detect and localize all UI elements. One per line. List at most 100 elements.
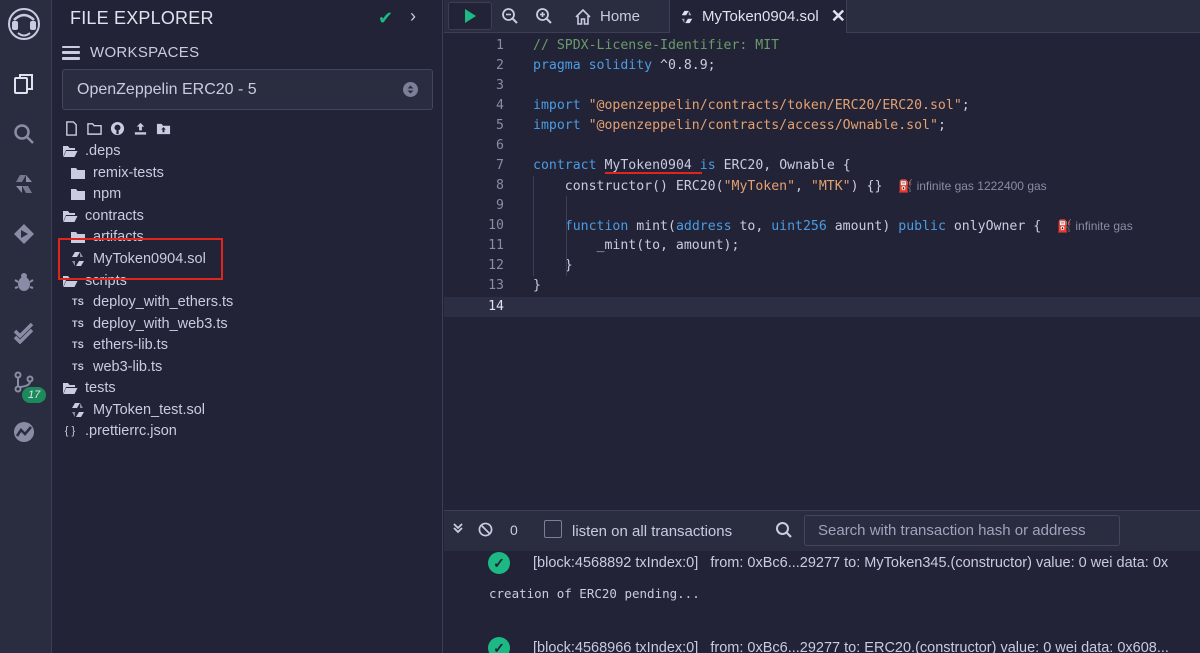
code-line: 7 contract MyToken0904 is ERC20, Ownable … [444,156,1200,176]
contract-name: MyToken0904 [604,158,692,173]
folder-open-icon [62,208,78,224]
line-number: 3 [496,78,504,93]
code-text: } [533,278,541,293]
tree-file-mytoken-test[interactable]: MyToken_test.sol [70,399,205,420]
gas-estimate-text: infinite gas 1222400 gas [916,179,1047,193]
gas-estimate-text: infinite gas [1075,219,1133,233]
solidity-compiler-icon[interactable] [10,170,38,198]
testing-checkmark-icon[interactable] [10,318,38,346]
code-string: "@openzeppelin/contracts/access/Ownable.… [588,118,938,133]
code-line-current: 14 [444,297,1200,317]
close-tab-icon[interactable]: ✕ [831,6,846,27]
code-line: 11 _mint(to, amount); [444,236,1200,256]
collapse-double-chevron-icon[interactable] [452,522,464,537]
analytics-icon[interactable] [10,418,38,446]
code-text: ; [961,98,970,113]
line-number: 4 [496,98,504,113]
code-keyword: function [564,219,629,234]
tree-folder-remix-tests[interactable]: remix-tests [70,162,164,183]
log-detail: from: 0xBc6...29277 to: MyToken345.(cons… [710,555,1169,571]
solidity-file-icon [70,402,86,418]
tree-file-deploy-with-ethers[interactable]: TS deploy_with_ethers.ts [70,291,233,312]
code-text: ) {} [850,179,883,194]
zoom-out-icon[interactable] [501,7,519,25]
folder-icon [70,165,86,181]
code-type: address [675,219,732,234]
indent-guide [566,196,567,276]
line-number: 14 [488,299,504,314]
code-text: constructor() ERC20( [533,179,724,194]
code-text: amount) [826,219,899,234]
tab-home[interactable]: Home [574,0,640,33]
tree-label: ethers-lib.ts [93,336,168,353]
new-file-icon[interactable] [64,121,79,136]
tree-folder-contracts[interactable]: contracts [62,205,144,226]
code-line: 5 import "@openzeppelin/contracts/access/… [444,116,1200,136]
line-number: 8 [496,178,504,193]
icon-rail: 17 [0,0,52,653]
search-icon[interactable] [10,120,38,148]
code-editor: Home MyToken0904.sol ✕ 1 // SPDX-License-… [444,0,1200,510]
clear-console-icon[interactable] [478,522,493,540]
search-icon [776,522,792,538]
play-icon [465,9,476,23]
code-text: ^0.8.9; [652,58,716,73]
log-entry[interactable]: [block:4568892 txIndex:0] from: 0xBc6...… [533,555,1168,571]
folder-open-icon [62,143,78,159]
indent-guide [533,176,534,276]
log-detail: from: 0xBc6...29277 to: ERC20.(construct… [710,640,1169,653]
remix-logo-icon[interactable] [6,6,42,42]
hamburger-menu-icon[interactable] [62,45,80,60]
code-text: onlyOwner { [945,219,1042,234]
tree-label: .deps [85,142,121,159]
tab-mytoken0904[interactable]: MyToken0904.sol ✕ [669,0,847,33]
code-line: 13} [444,276,1200,296]
deploy-run-icon[interactable] [10,220,38,248]
select-arrows-icon [403,82,418,97]
listen-all-checkbox[interactable] [544,520,562,538]
tree-folder-deps[interactable]: .deps [62,140,120,161]
code-keyword: is [699,158,716,173]
workspace-select-value: OpenZeppelin ERC20 - 5 [77,80,257,98]
code-text: _mint(to, amount); [533,238,740,253]
pending-tx-count: 0 [510,522,518,538]
checkmark-icon: ✔ [378,8,394,28]
code-keyword: pragma solidity [533,58,653,73]
file-explorer-icon[interactable] [10,70,38,98]
code-line: 3 [444,76,1200,96]
tree-file-ethers-lib[interactable]: TS ethers-lib.ts [70,334,168,355]
code-keyword: import [533,118,581,133]
typescript-file-icon: TS [71,296,85,307]
code-text: , [795,179,811,194]
success-check-icon: ✓ [488,552,510,574]
debugger-icon[interactable] [10,268,38,296]
chevron-right-icon[interactable]: › [410,6,416,27]
terminal-toolbar: 0 listen on all transactions [444,511,1200,551]
new-folder-icon[interactable] [87,121,102,136]
code-keyword: import [533,98,581,113]
tree-file-deploy-with-web3[interactable]: TS deploy_with_web3.ts [70,313,228,334]
tree-file-prettierrc[interactable]: { } .prettierrc.json [62,420,177,441]
line-number: 13 [488,278,504,293]
tx-search-input[interactable] [804,515,1120,546]
tab-active-label: MyToken0904.sol [702,8,819,25]
line-number: 9 [496,198,504,213]
git-changes-badge: 17 [22,387,47,403]
folder-open-icon [62,380,78,396]
zoom-in-icon[interactable] [535,7,553,25]
solidity-file-icon [681,10,693,23]
github-icon[interactable] [110,121,125,136]
tree-label: MyToken_test.sol [93,401,206,418]
upload-icon[interactable] [133,121,148,136]
tree-folder-npm[interactable]: npm [70,183,121,204]
workspace-select[interactable]: OpenZeppelin ERC20 - 5 [62,69,433,110]
code-line: 10 function mint(address to, uint256 amo… [444,216,1200,236]
run-script-button[interactable] [448,2,492,30]
code-line: 2 pragma solidity ^0.8.9; [444,56,1200,76]
log-entry[interactable]: [block:4568966 txIndex:0] from: 0xBc6...… [533,640,1169,653]
tree-folder-tests[interactable]: tests [62,377,116,398]
tree-file-web3-lib[interactable]: TS web3-lib.ts [70,356,162,377]
upload-folder-icon[interactable] [156,121,171,136]
terminal-panel: 0 listen on all transactions ✓ [block:45… [444,510,1200,653]
success-check-icon: ✓ [488,637,510,653]
